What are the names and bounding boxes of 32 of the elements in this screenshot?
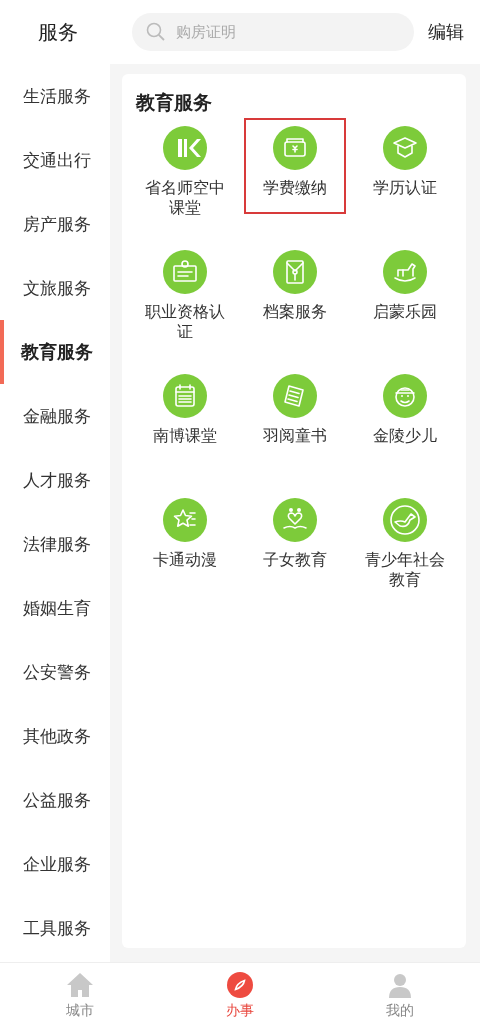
- service-item[interactable]: 档案服务: [240, 242, 350, 360]
- logo-icon: [163, 126, 207, 170]
- person-icon: [387, 971, 413, 998]
- service-item[interactable]: 职业资格认证: [130, 242, 240, 360]
- section-title: 教育服务: [136, 90, 213, 115]
- rocking-horse-icon: [383, 250, 427, 294]
- family-book-icon: [273, 498, 317, 542]
- home-icon: [66, 971, 94, 998]
- wallet-icon: [273, 126, 317, 170]
- service-item[interactable]: 启蒙乐园: [350, 242, 460, 360]
- search-field[interactable]: 购房证明: [132, 13, 414, 51]
- tab-item[interactable]: 我的: [320, 963, 480, 1028]
- service-item[interactable]: 羽阅童书: [240, 366, 350, 484]
- page-title: 服务: [37, 18, 79, 46]
- service-item[interactable]: 子女教育: [240, 490, 350, 608]
- notepad-icon: [273, 374, 317, 418]
- graduation-cap-icon: [383, 126, 427, 170]
- service-item[interactable]: 青少年社会教育: [350, 490, 460, 608]
- compass-icon: [227, 971, 253, 998]
- service-item[interactable]: 金陵少儿: [350, 366, 460, 484]
- child-face-icon: [383, 374, 427, 418]
- service-item[interactable]: 学历认证: [350, 118, 460, 236]
- service-item[interactable]: 省名师空中课堂: [130, 118, 240, 236]
- tab-item[interactable]: 城市: [0, 963, 160, 1028]
- envelope-icon: [273, 250, 317, 294]
- highlighted-service-item[interactable]: 学费缴纳: [244, 118, 346, 214]
- service-item[interactable]: 卡通动漫: [130, 490, 240, 608]
- edit-button[interactable]: 编辑: [428, 20, 464, 44]
- calendar-icon: [163, 374, 207, 418]
- certificate-icon: [163, 250, 207, 294]
- tab-item[interactable]: 办事: [160, 963, 320, 1028]
- service-item[interactable]: 南博课堂: [130, 366, 240, 484]
